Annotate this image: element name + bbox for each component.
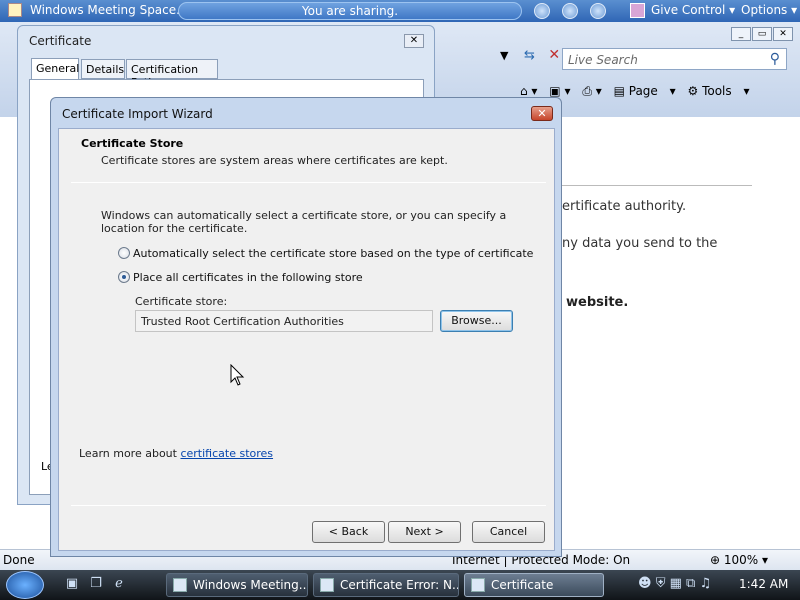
store-instructions: Windows can automatically select a certi…: [101, 209, 507, 235]
content-text: ertificate authority.: [562, 199, 687, 214]
certificate-icon: [471, 578, 485, 592]
next-button[interactable]: Next >: [388, 521, 461, 543]
task-certificate[interactable]: Certificate: [464, 573, 604, 597]
maximize-meeting-button[interactable]: [590, 3, 606, 19]
browse-button[interactable]: Browse...: [440, 310, 513, 332]
meeting-space-title: Windows Meeting Space...: [30, 3, 188, 17]
radio-place-in-store-label[interactable]: Place all certificates in the following …: [133, 271, 363, 284]
clock[interactable]: 1:42 AM: [739, 577, 788, 591]
address-tools: ▼ ⇆ ✕: [500, 47, 560, 63]
zoom-icon: ⊕: [710, 553, 721, 567]
home-icon[interactable]: ⌂ ▾: [520, 84, 537, 98]
status-text: Done: [3, 553, 35, 567]
radio-place-in-store[interactable]: [118, 271, 130, 283]
section-description: Certificate stores are system areas wher…: [101, 154, 448, 167]
user-avatar-icon: [630, 3, 645, 18]
learn-more-text: Learn more about certificate stores: [79, 447, 274, 460]
scheduler-icon[interactable]: ▦: [670, 576, 682, 591]
search-input[interactable]: Live Search ⚲: [562, 48, 787, 70]
show-desktop-icon[interactable]: ▣: [64, 576, 80, 592]
network-icon[interactable]: ⧉: [686, 576, 695, 591]
browser-window-controls: _ ▭ ✕: [730, 26, 793, 41]
certificate-import-wizard: Certificate Import Wizard ✕ Certificate …: [50, 97, 562, 557]
radio-auto-select[interactable]: [118, 247, 130, 259]
give-control-menu[interactable]: Give Control ▾: [651, 3, 735, 17]
meeting-space-bar: Windows Meeting Space... You are sharing…: [0, 0, 800, 22]
stop-sharing-button[interactable]: [534, 3, 550, 19]
content-text: ny data you send to the: [562, 236, 718, 251]
feeds-icon[interactable]: ▣ ▾: [549, 84, 570, 98]
switch-windows-icon[interactable]: ❐: [88, 576, 104, 592]
security-shield-icon[interactable]: ⛨: [656, 576, 666, 591]
stop-icon[interactable]: ✕: [548, 47, 560, 63]
meeting-space-icon: [8, 3, 22, 17]
page-menu[interactable]: ▤ Page ▾: [614, 84, 676, 98]
tray-icons: ☻ ⛨ ▦ ⧉ ♫: [638, 576, 711, 591]
meeting-space-icon: [173, 578, 187, 592]
mouse-cursor-icon: [230, 364, 245, 386]
search-placeholder: Live Search: [568, 53, 638, 67]
section-title: Certificate Store: [81, 137, 184, 150]
close-button[interactable]: ✕: [404, 34, 424, 48]
print-icon[interactable]: ⎙ ▾: [582, 84, 601, 98]
radio-auto-select-label[interactable]: Automatically select the certificate sto…: [133, 247, 533, 260]
restore-button[interactable]: ▭: [752, 27, 772, 41]
minimize-button[interactable]: _: [731, 27, 751, 41]
search-icon[interactable]: ⚲: [770, 51, 780, 67]
tab-general[interactable]: General: [31, 58, 79, 80]
cancel-button[interactable]: Cancel: [472, 521, 545, 543]
content-text: website.: [566, 295, 629, 310]
tools-menu[interactable]: ⚙ Tools ▾: [687, 84, 749, 98]
wizard-body: Certificate Store Certificate stores are…: [58, 128, 555, 551]
start-button[interactable]: [6, 571, 44, 599]
system-tray: ☻ ⛨ ▦ ⧉ ♫ 1:42 AM: [630, 570, 800, 600]
footer-separator: [71, 505, 546, 506]
internet-explorer-icon[interactable]: ℯ: [111, 576, 127, 592]
pause-sharing-button[interactable]: [562, 3, 578, 19]
tab-details[interactable]: Details: [81, 59, 125, 79]
certificate-store-field: Trusted Root Certification Authorities: [135, 310, 433, 332]
address-dropdown-icon[interactable]: ▼: [500, 49, 508, 62]
volume-icon[interactable]: ♫: [699, 576, 711, 591]
task-certificate-error[interactable]: Certificate Error: N...: [313, 573, 459, 597]
wizard-title: Certificate Import Wizard: [62, 107, 213, 121]
refresh-icon[interactable]: ⇆: [524, 48, 535, 63]
options-menu[interactable]: Options ▾: [741, 3, 797, 17]
people-icon[interactable]: ☻: [638, 576, 652, 591]
close-button[interactable]: ✕: [773, 27, 793, 41]
divider: [560, 185, 752, 186]
header-separator: [71, 182, 546, 183]
sharing-status[interactable]: You are sharing.: [178, 2, 522, 20]
internet-explorer-icon: [320, 578, 334, 592]
task-meeting-space[interactable]: Windows Meeting...: [166, 573, 308, 597]
back-button[interactable]: < Back: [312, 521, 385, 543]
certificate-stores-link[interactable]: certificate stores: [180, 447, 273, 460]
certificate-store-label: Certificate store:: [135, 295, 228, 308]
window-title: Certificate: [29, 34, 92, 48]
tab-certification-path[interactable]: Certification Path: [126, 59, 218, 89]
zoom-control[interactable]: ⊕ 100% ▾: [710, 553, 768, 567]
close-button[interactable]: ✕: [531, 106, 553, 121]
